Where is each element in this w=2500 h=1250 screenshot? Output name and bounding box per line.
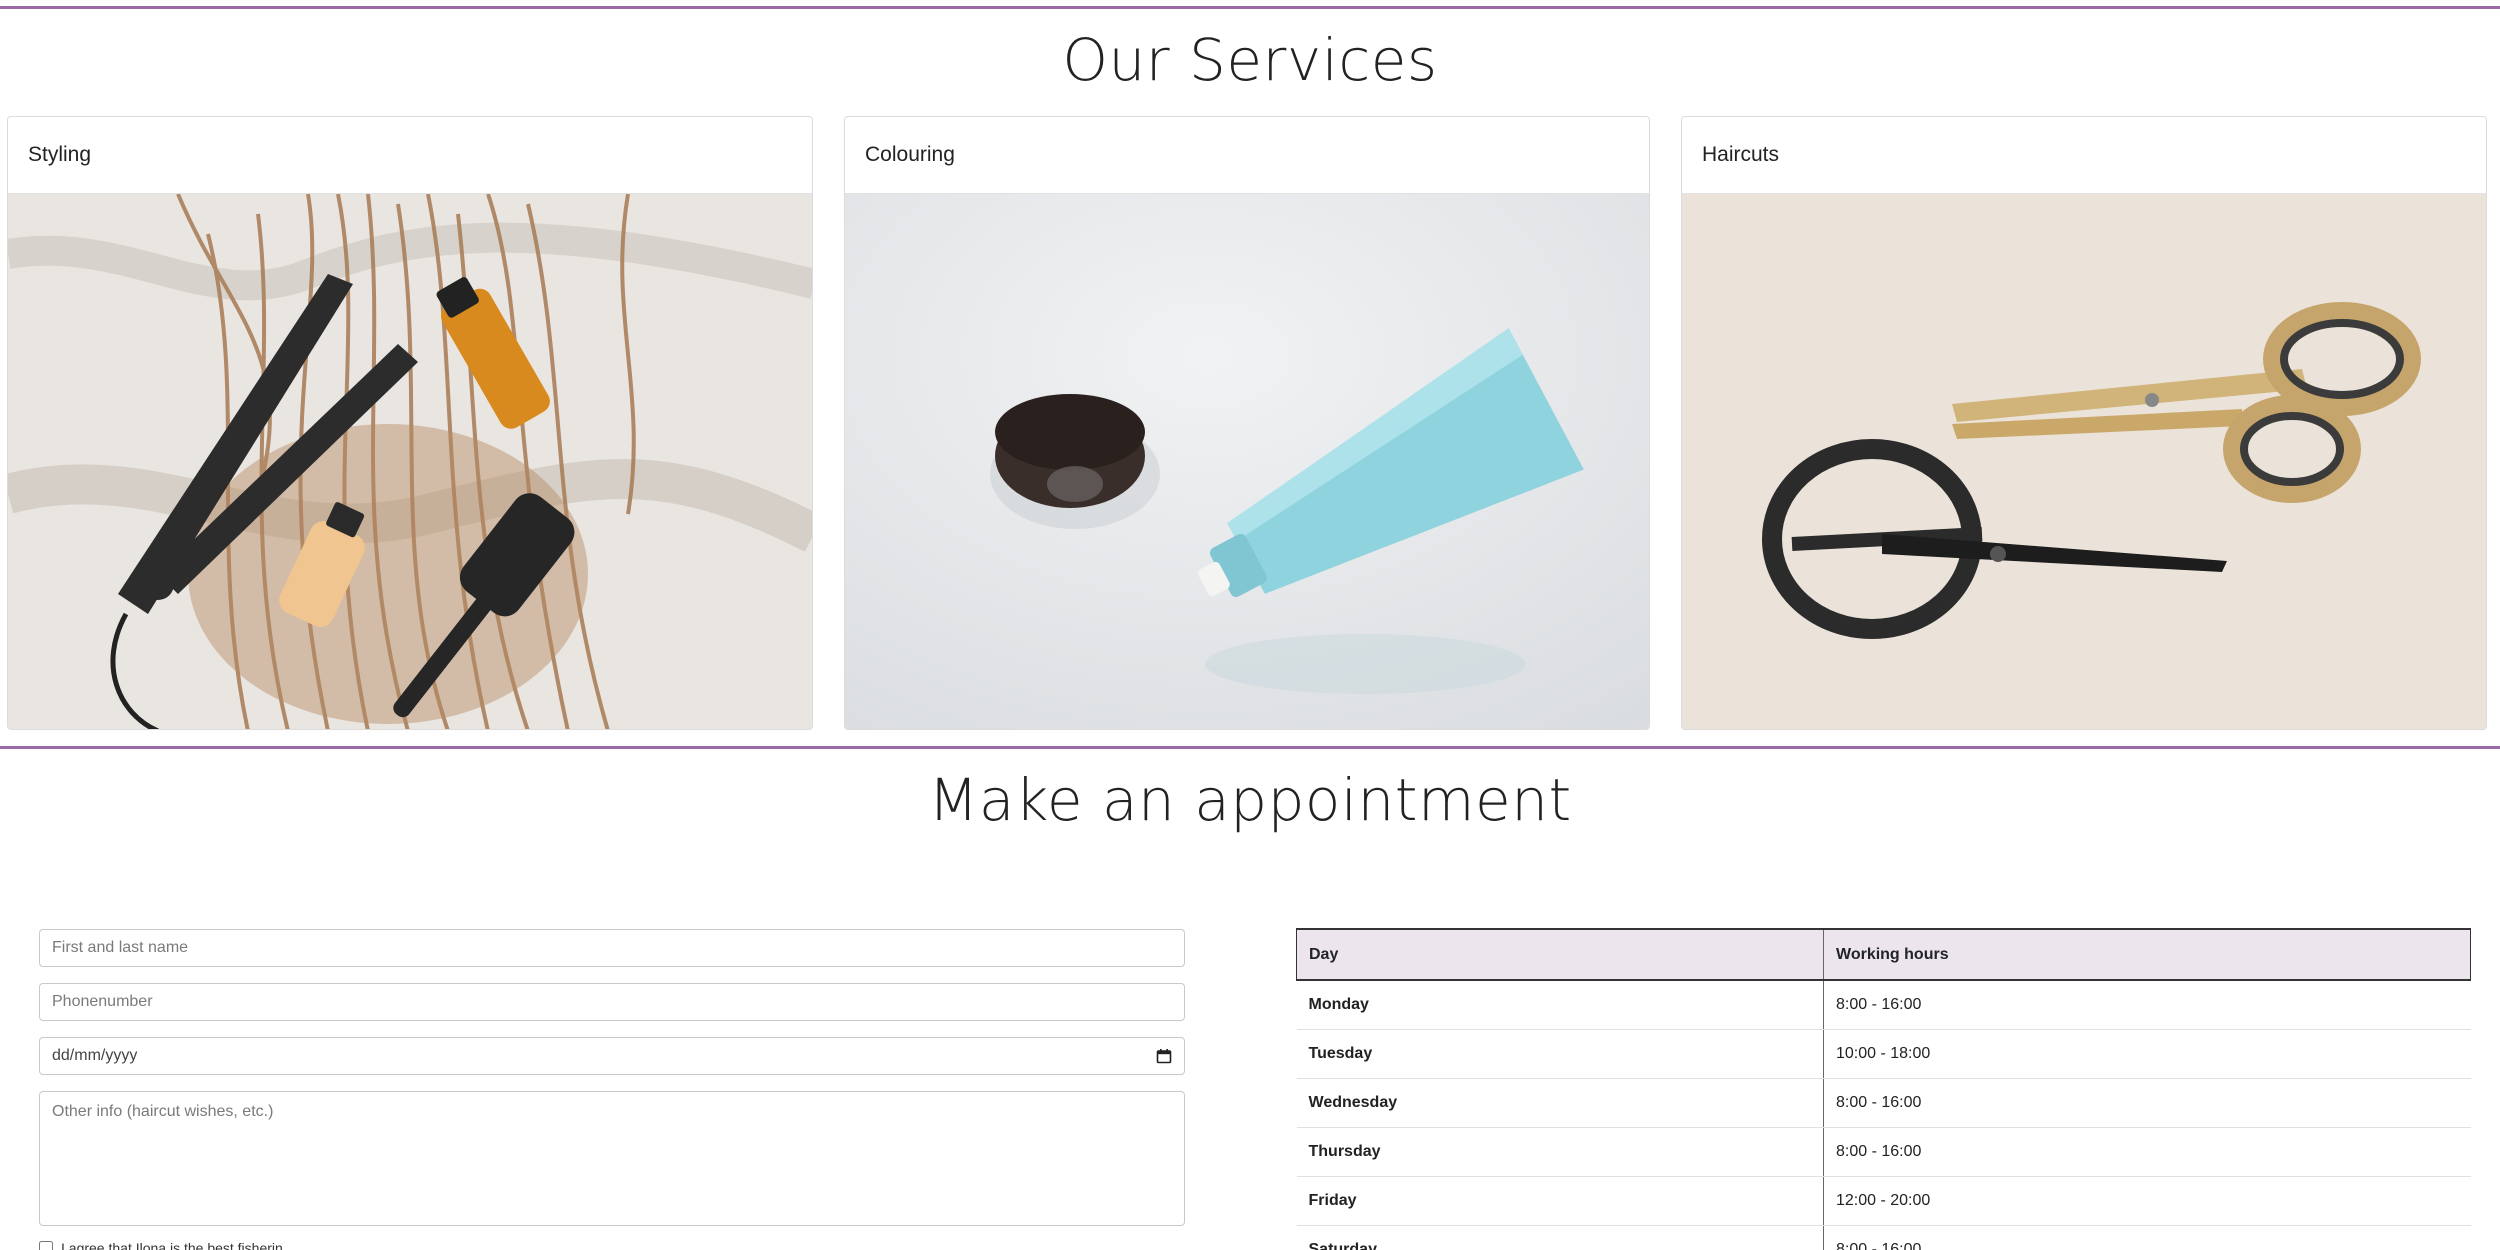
day-cell: Saturday <box>1296 1225 1824 1250</box>
calendar-icon[interactable] <box>1156 1048 1172 1064</box>
day-cell: Wednesday <box>1296 1078 1824 1128</box>
services-title: Our Services <box>1062 26 1438 94</box>
card-title: Styling <box>8 117 812 194</box>
working-hours-table: Day Working hours Monday 8:00 - 16:00 Tu… <box>1296 928 2471 1250</box>
consent-checkbox-row[interactable]: I agree that Ilona is the best fisherin <box>39 1240 283 1250</box>
column-header-day: Day <box>1296 928 1824 981</box>
service-card-colouring[interactable]: Colouring <box>844 116 1650 730</box>
consent-label: I agree that Ilona is the best fisherin <box>61 1240 283 1250</box>
day-cell: Tuesday <box>1296 1029 1824 1079</box>
colouring-photo <box>845 194 1649 729</box>
name-input[interactable] <box>39 929 1185 967</box>
hours-cell: 8:00 - 16:00 <box>1823 980 2471 1030</box>
appointment-title: Make an appointment <box>928 766 1572 834</box>
hours-cell: 10:00 - 18:00 <box>1823 1029 2471 1079</box>
date-placeholder: dd/mm/yyyy <box>52 1047 138 1064</box>
card-title: Colouring <box>845 117 1649 194</box>
consent-checkbox[interactable] <box>39 1241 53 1250</box>
service-card-haircuts[interactable]: Haircuts <box>1681 116 2487 730</box>
table-row: Friday 12:00 - 20:00 <box>1296 1176 2471 1226</box>
card-title: Haircuts <box>1682 117 2486 194</box>
column-header-hours: Working hours <box>1823 928 2471 981</box>
hours-cell: 8:00 - 16:00 <box>1823 1078 2471 1128</box>
table-row: Tuesday 10:00 - 18:00 <box>1296 1029 2471 1079</box>
table-header-row: Day Working hours <box>1296 928 2471 981</box>
phone-input[interactable] <box>39 983 1185 1021</box>
day-cell: Monday <box>1296 980 1824 1030</box>
styling-photo <box>8 194 812 729</box>
table-row: Thursday 8:00 - 16:00 <box>1296 1127 2471 1177</box>
service-card-styling[interactable]: Styling <box>7 116 813 730</box>
hours-cell: 8:00 - 16:00 <box>1823 1225 2471 1250</box>
date-input[interactable]: dd/mm/yyyy <box>39 1037 1185 1075</box>
table-row: Monday 8:00 - 16:00 <box>1296 980 2471 1030</box>
other-info-textarea[interactable] <box>39 1091 1185 1226</box>
top-divider <box>0 6 2500 9</box>
section-divider <box>0 746 2500 749</box>
table-row: Wednesday 8:00 - 16:00 <box>1296 1078 2471 1128</box>
table-row: Saturday 8:00 - 16:00 <box>1296 1225 2471 1250</box>
day-cell: Thursday <box>1296 1127 1824 1177</box>
hours-cell: 12:00 - 20:00 <box>1823 1176 2471 1226</box>
day-cell: Friday <box>1296 1176 1824 1226</box>
haircuts-photo <box>1682 194 2486 729</box>
hours-cell: 8:00 - 16:00 <box>1823 1127 2471 1177</box>
